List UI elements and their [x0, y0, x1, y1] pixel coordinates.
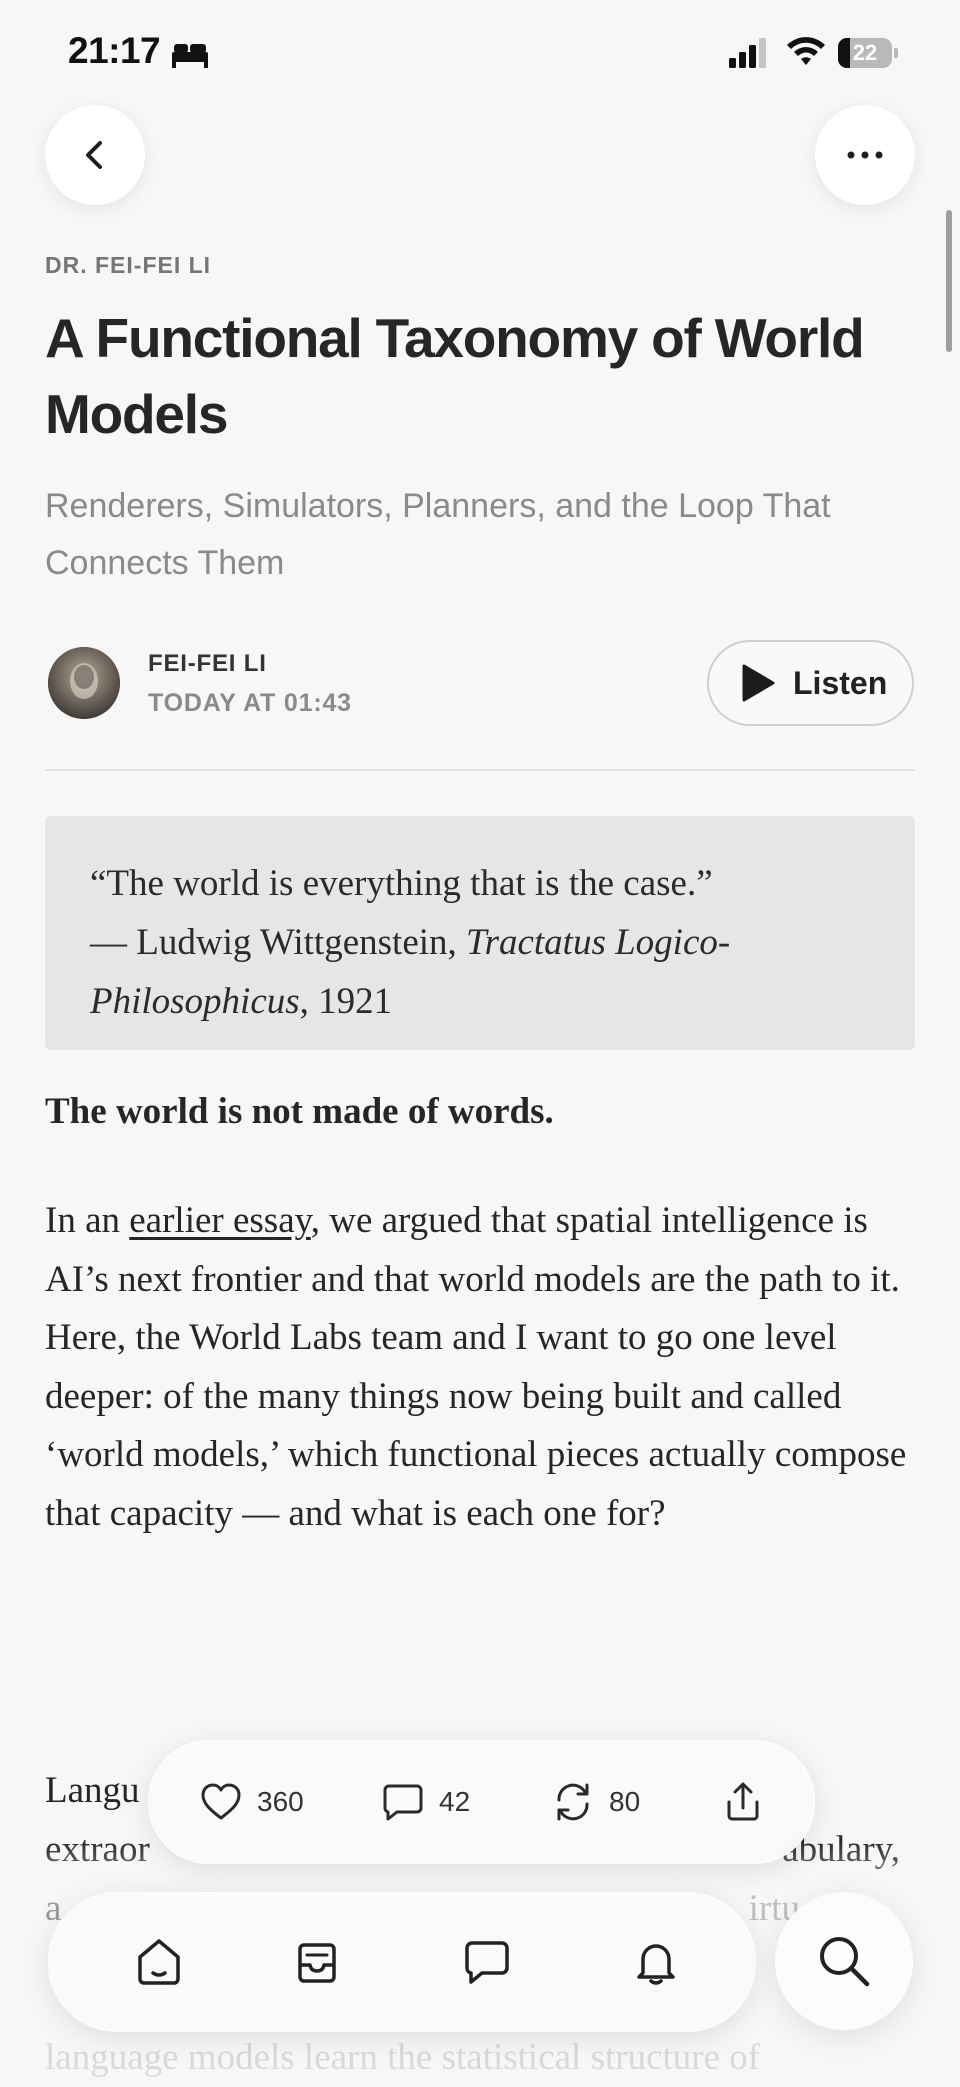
restack-button[interactable]: 80	[551, 1741, 640, 1863]
engagement-bar: 360 42 80	[148, 1740, 815, 1864]
byline-date: TODAY AT 01:43	[148, 689, 352, 717]
post-title: A Functional Taxonomy of World Models	[45, 307, 865, 445]
home-icon	[138, 1939, 180, 1985]
battery-icon: 22	[838, 38, 898, 68]
status-time: 21:17	[68, 30, 161, 71]
chevron-left-icon	[86, 141, 102, 169]
share-button[interactable]	[721, 1741, 765, 1863]
quote-year: , 1921	[299, 981, 393, 1022]
divider	[45, 769, 915, 771]
battery-cap	[894, 48, 898, 58]
status-bar: 21:17 22	[0, 0, 960, 110]
para1-prefix: In an	[45, 1200, 130, 1241]
heart-icon	[201, 1783, 241, 1820]
byline-author[interactable]: FEI-FEI LI	[148, 650, 267, 678]
search-icon	[820, 1937, 870, 1987]
play-icon	[742, 664, 775, 702]
back-button[interactable]	[45, 105, 145, 205]
body-paragraph: In an earlier essay, we argued that spat…	[45, 1192, 925, 1544]
share-icon	[727, 1782, 759, 1821]
tab-inbox[interactable]	[277, 1893, 357, 2031]
para1-rest: , we argued that spatial intelligence is…	[45, 1200, 907, 1534]
bed-icon	[172, 44, 208, 68]
avatar-image	[48, 647, 120, 719]
blockquote: “The world is everything that is the cas…	[45, 816, 915, 1050]
listen-label: Listen	[793, 664, 888, 701]
earlier-essay-link[interactable]: earlier essay	[129, 1200, 310, 1241]
tab-activity[interactable]	[616, 1893, 696, 2031]
quote-work-part1: Tractatus Logico-	[466, 922, 731, 963]
tab-home[interactable]	[119, 1893, 199, 2031]
publication-author-kicker[interactable]: DR. FEI-FEI LI	[45, 252, 211, 279]
quote-attribution: — Ludwig Wittgenstein, Tractatus Logico-…	[90, 913, 870, 1031]
quote-work-part2: Philosophicus	[90, 981, 300, 1022]
like-count: 360	[257, 1786, 304, 1817]
battery-body: 22	[838, 38, 892, 68]
restack-icon	[557, 1783, 589, 1821]
comment-icon	[383, 1784, 423, 1821]
body-heading: The world is not made of words.	[45, 1091, 554, 1132]
signal-icon	[729, 38, 766, 68]
avatar[interactable]	[48, 647, 120, 719]
wifi-icon	[787, 37, 825, 65]
comment-count: 42	[439, 1786, 471, 1817]
quote-text: “The world is everything that is the cas…	[90, 863, 713, 904]
restack-count: 80	[609, 1786, 641, 1817]
quote-attribution-prefix: — Ludwig Wittgenstein,	[90, 922, 457, 963]
scrollbar[interactable]	[946, 210, 952, 352]
tab-chat[interactable]	[447, 1893, 527, 2031]
inbox-icon	[298, 1943, 336, 1983]
post-subtitle: Renderers, Simulators, Planners, and the…	[45, 487, 831, 582]
ellipsis-icon	[847, 151, 883, 159]
comment-button[interactable]: 42	[381, 1741, 470, 1863]
tab-bar	[48, 1892, 756, 2032]
listen-button[interactable]: Listen	[707, 640, 914, 726]
battery-level: 22	[852, 40, 878, 65]
search-button[interactable]	[775, 1892, 913, 2030]
like-button[interactable]: 360	[199, 1741, 304, 1863]
chat-icon	[465, 1941, 509, 1984]
bell-icon	[637, 1944, 675, 1985]
more-options-button[interactable]	[815, 105, 915, 205]
